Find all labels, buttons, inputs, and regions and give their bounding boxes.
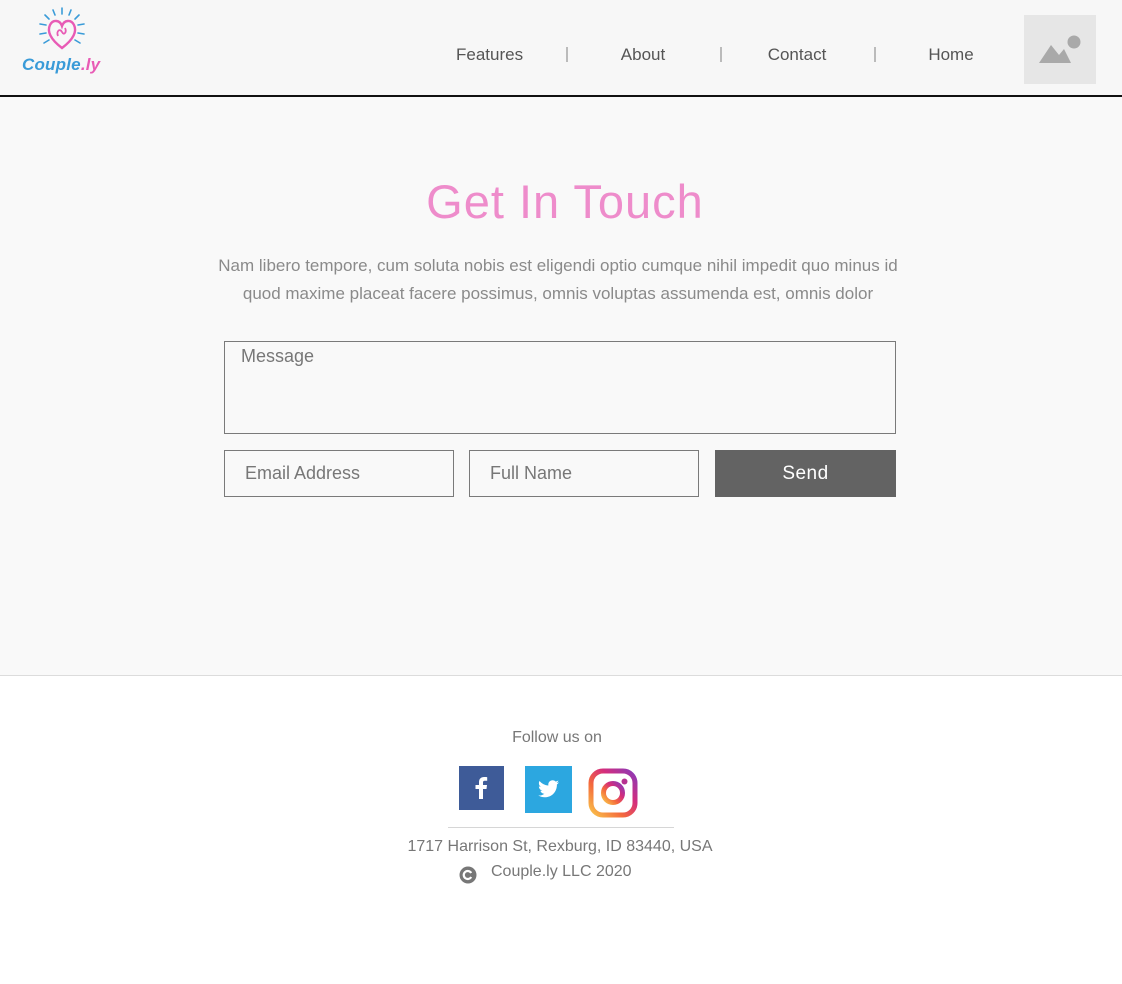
nav-divider [566,47,568,62]
copyright-icon [459,866,477,884]
twitter-icon [538,780,559,798]
footer-divider [448,827,674,828]
footer-address: 1717 Harrison St, Rexburg, ID 83440, USA [407,838,713,855]
nav-contact[interactable]: Contact [767,45,827,65]
full-name-field[interactable] [469,450,699,497]
facebook-link[interactable] [459,766,504,810]
instagram-link[interactable] [588,768,638,818]
brand-wordmark: Couple.ly [22,55,100,75]
copyright-text: Couple.ly LLC 2020 [491,863,632,880]
brand-name-part1: Couple [22,55,81,74]
site-header: Couple.ly Features About Contact Home [0,0,1122,97]
brand-logo[interactable]: Couple.ly [22,6,102,78]
follow-label: Follow us on [512,729,602,746]
nav-divider [720,47,722,62]
profile-image-placeholder[interactable] [1024,15,1096,84]
contact-title: Get In Touch [426,175,704,228]
send-button[interactable]: Send [715,450,896,497]
email-field[interactable] [224,450,454,497]
nav-home[interactable]: Home [928,45,974,65]
twitter-link[interactable] [525,766,572,813]
facebook-icon [475,777,488,799]
brand-name-part2: .ly [80,55,101,74]
nav-divider [874,47,876,62]
instagram-icon [588,768,638,818]
message-field[interactable] [224,341,896,434]
heart-logo-icon [39,7,85,50]
image-placeholder-icon [1039,35,1081,63]
contact-description: Nam libero tempore, cum soluta nobis est… [218,256,898,303]
nav-features[interactable]: Features [456,45,523,65]
nav-about[interactable]: About [619,45,667,65]
